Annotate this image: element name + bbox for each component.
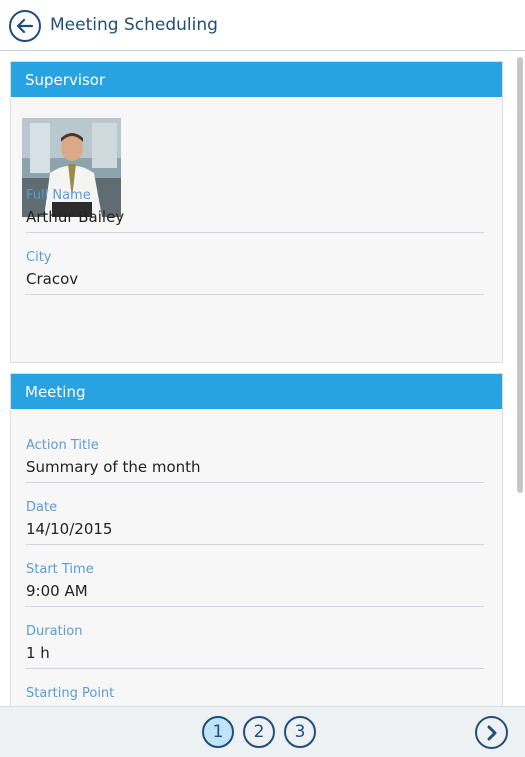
full-name-value: Arthur Bailey: [26, 208, 125, 226]
supervisor-panel: Supervisor Full Name Arthur Bailey City …: [10, 61, 503, 363]
start-time-value: 9:00 AM: [26, 582, 88, 600]
next-page-button[interactable]: [475, 716, 508, 749]
date-label: Date: [26, 500, 58, 515]
action-title-label: Action Title: [26, 438, 99, 453]
page-1-button[interactable]: 1: [202, 716, 234, 748]
start-time-field[interactable]: Start Time 9:00 AM: [26, 562, 484, 607]
start-time-label: Start Time: [26, 562, 94, 577]
full-name-field[interactable]: Full Name Arthur Bailey: [26, 188, 484, 233]
app: Meeting Scheduling Supervisor Full Name …: [0, 0, 525, 757]
duration-value: 1 h: [26, 644, 50, 662]
page-3-button[interactable]: 3: [284, 716, 316, 748]
meeting-panel-title: Meeting: [11, 374, 502, 409]
duration-label: Duration: [26, 624, 83, 639]
form-scroll-area[interactable]: Supervisor Full Name Arthur Bailey City …: [0, 51, 525, 706]
action-title-field[interactable]: Action Title Summary of the month: [26, 438, 484, 483]
starting-point-label: Starting Point: [26, 686, 115, 701]
supervisor-panel-title: Supervisor: [11, 62, 502, 97]
vertical-scrollbar[interactable]: [517, 57, 523, 493]
full-name-label: Full Name: [26, 188, 91, 203]
page-2-button[interactable]: 2: [243, 716, 275, 748]
date-value: 14/10/2015: [26, 520, 113, 538]
city-field[interactable]: City Cracov: [26, 250, 484, 295]
meeting-panel: Meeting Action Title Summary of the mont…: [10, 373, 503, 706]
pager-bar: 1 2 3: [0, 706, 525, 757]
arrow-left-icon: [16, 18, 34, 34]
duration-field[interactable]: Duration 1 h: [26, 624, 484, 669]
city-value: Cracov: [26, 270, 79, 288]
page-title: Meeting Scheduling: [50, 15, 218, 35]
city-label: City: [26, 250, 52, 265]
header-bar: Meeting Scheduling: [0, 0, 525, 51]
action-title-value: Summary of the month: [26, 458, 201, 476]
date-field[interactable]: Date 14/10/2015: [26, 500, 484, 545]
chevron-right-icon: [487, 725, 496, 740]
starting-point-field[interactable]: Starting Point: [26, 686, 484, 706]
back-button[interactable]: [9, 10, 41, 42]
